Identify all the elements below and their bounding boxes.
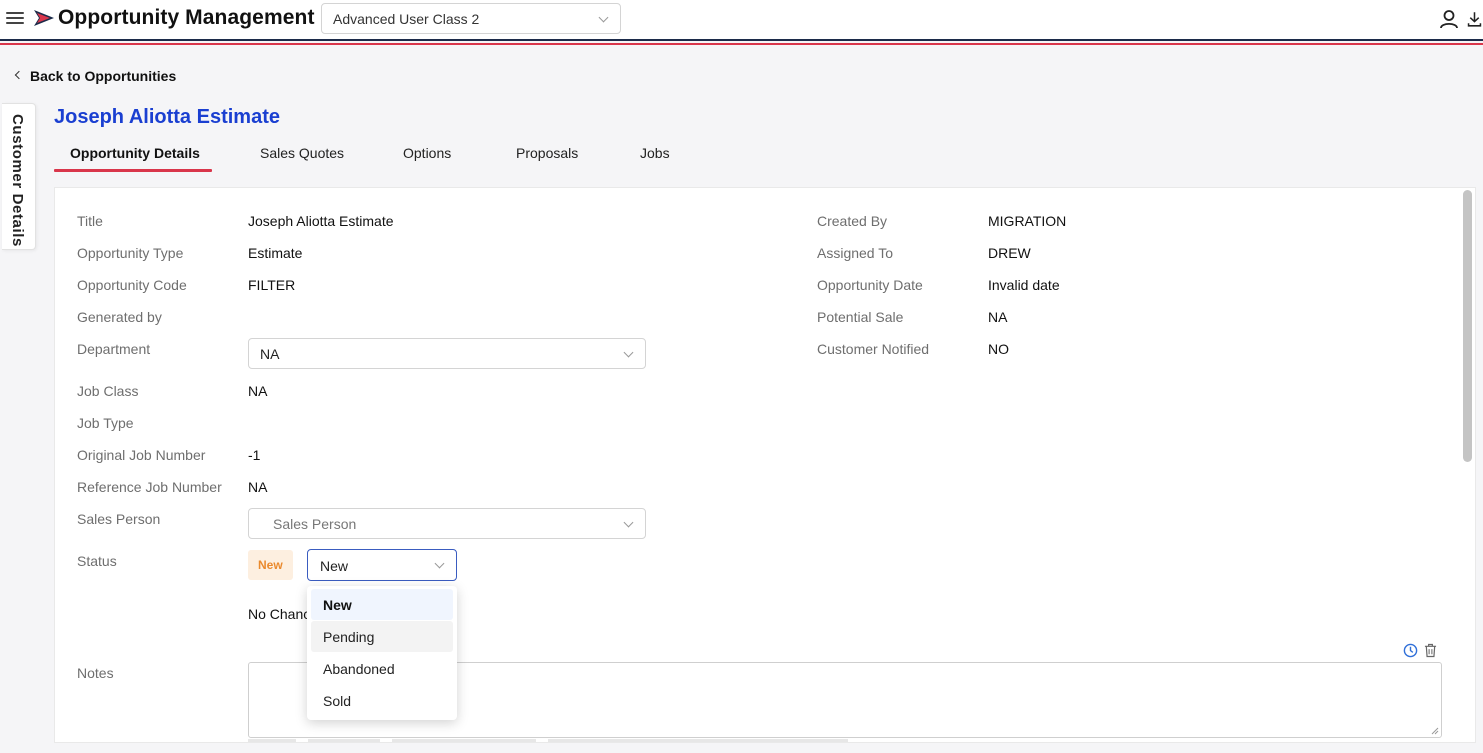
notes-history-line [248, 739, 848, 742]
back-link-label: Back to Opportunities [30, 68, 177, 84]
chevron-down-icon [598, 12, 609, 23]
department-label: Department [77, 341, 151, 357]
chevron-down-icon [623, 517, 634, 528]
trash-icon[interactable] [1424, 643, 1437, 658]
assigned-to-value: DREW [988, 245, 1031, 261]
status-option-sold[interactable]: Sold [311, 685, 453, 716]
opportunity-type-value: Estimate [248, 245, 303, 261]
user-class-select[interactable]: Advanced User Class 2 [321, 3, 621, 34]
status-select[interactable]: New [307, 549, 457, 581]
status-option-pending[interactable]: Pending [311, 621, 453, 652]
sales-person-select[interactable]: Sales Person [248, 508, 646, 539]
customer-notified-label: Customer Notified [817, 341, 930, 357]
status-select-value: New [320, 558, 349, 574]
opportunity-code-value: FILTER [248, 277, 296, 293]
tab-sales-quotes[interactable]: Sales Quotes [260, 145, 344, 161]
department-value: NA [260, 346, 280, 362]
status-option-label: New [323, 597, 352, 613]
notes-label: Notes [77, 665, 114, 681]
created-by-label: Created By [817, 213, 888, 229]
opportunity-code-label: Opportunity Code [77, 277, 187, 293]
opportunity-details-card: Title Joseph Aliotta Estimate Opportunit… [54, 187, 1476, 743]
chevron-left-icon [14, 70, 24, 80]
opportunity-date-label: Opportunity Date [817, 277, 923, 293]
status-label: Status [77, 553, 117, 569]
assigned-to-label: Assigned To [817, 245, 894, 261]
customer-details-side-tab[interactable]: Customer Details [2, 103, 36, 250]
status-dropdown-menu: New Pending Abandoned Sold [307, 586, 457, 720]
job-class-label: Job Class [77, 383, 139, 399]
job-type-label: Job Type [77, 415, 134, 431]
page-title: Joseph Aliotta Estimate [54, 106, 280, 128]
created-by-value: MIGRATION [988, 213, 1067, 229]
sales-person-placeholder: Sales Person [273, 516, 357, 532]
logo-flag-icon [34, 10, 54, 26]
tab-jobs[interactable]: Jobs [640, 145, 670, 161]
resize-handle-icon[interactable] [1431, 727, 1439, 735]
opportunity-date-value: Invalid date [988, 277, 1060, 293]
tab-opportunity-details[interactable]: Opportunity Details [70, 145, 200, 161]
status-option-label: Abandoned [323, 661, 395, 677]
app-title: Opportunity Management [58, 6, 315, 29]
title-label: Title [77, 213, 103, 229]
header-stripe-dark [0, 39, 1483, 41]
original-job-number-label: Original Job Number [77, 447, 206, 463]
potential-sale-label: Potential Sale [817, 309, 904, 325]
reference-job-number-value: NA [248, 479, 268, 495]
chevron-down-icon [623, 347, 634, 358]
customer-notified-value: NO [988, 341, 1009, 357]
status-option-label: Sold [323, 693, 352, 709]
potential-sale-value: NA [988, 309, 1008, 325]
vertical-scrollbar[interactable] [1461, 188, 1473, 742]
download-icon[interactable] [1466, 9, 1483, 29]
job-class-value: NA [248, 383, 268, 399]
department-select[interactable]: NA [248, 338, 646, 369]
side-tab-label: Customer Details [9, 114, 26, 247]
status-option-new[interactable]: New [311, 589, 453, 620]
user-icon[interactable] [1439, 9, 1459, 29]
tab-options[interactable]: Options [403, 145, 451, 161]
reference-job-number-label: Reference Job Number [77, 479, 222, 495]
user-class-value: Advanced User Class 2 [333, 11, 480, 27]
clock-history-icon[interactable] [1403, 643, 1418, 658]
active-tab-indicator [54, 169, 212, 172]
scrollbar-thumb[interactable] [1463, 190, 1472, 462]
status-badge: New [248, 550, 293, 580]
top-header: Opportunity Management Advanced User Cla… [0, 0, 1483, 40]
generated-by-label: Generated by [77, 309, 162, 325]
status-option-abandoned[interactable]: Abandoned [311, 653, 453, 684]
chevron-down-icon [434, 558, 445, 569]
original-job-number-value: -1 [248, 447, 261, 463]
hamburger-menu-icon[interactable] [6, 9, 24, 27]
notes-toolbar [1403, 643, 1443, 659]
status-badge-text: New [258, 558, 283, 572]
header-stripe-red [0, 43, 1483, 45]
status-option-label: Pending [323, 629, 375, 645]
opportunity-tabs: Opportunity Details Sales Quotes Options… [54, 139, 754, 173]
sales-person-label: Sales Person [77, 511, 161, 527]
title-value: Joseph Aliotta Estimate [248, 213, 394, 229]
opportunity-type-label: Opportunity Type [77, 245, 184, 261]
tab-proposals[interactable]: Proposals [516, 145, 578, 161]
